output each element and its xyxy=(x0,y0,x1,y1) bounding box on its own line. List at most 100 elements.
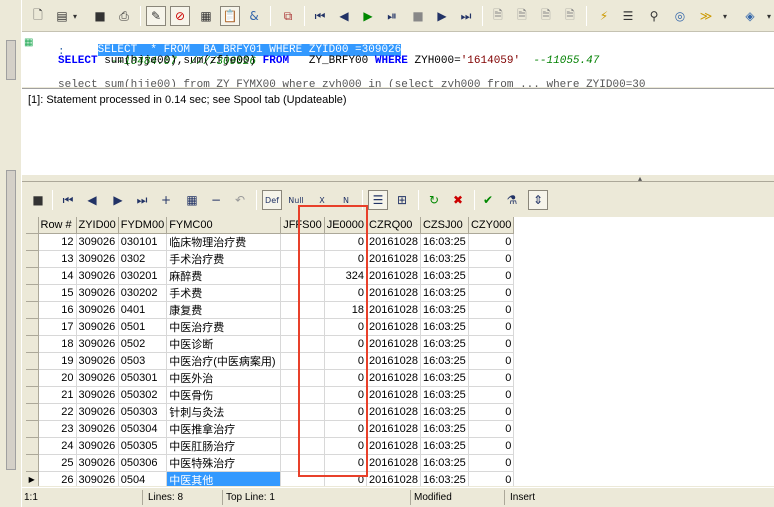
cell-czrq[interactable]: 20161028 xyxy=(366,233,421,251)
cell-fydm[interactable]: 030101 xyxy=(118,233,168,251)
delete-icon[interactable]: − xyxy=(206,190,226,210)
cell-czrq[interactable]: 20161028 xyxy=(366,301,421,319)
prev-icon[interactable]: ◀ xyxy=(334,6,354,26)
column-header[interactable]: ZYID00 xyxy=(76,217,119,234)
first-icon[interactable]: ⏮ xyxy=(310,6,330,26)
cell-fymc[interactable]: 手术治疗费 xyxy=(166,250,282,268)
save-icon[interactable]: ■ xyxy=(90,6,110,26)
next-icon[interactable]: ▶ xyxy=(108,190,128,210)
cell-czy[interactable]: 0 xyxy=(468,318,515,336)
row-indicator[interactable] xyxy=(26,454,39,472)
cell-zyid[interactable]: 309026 xyxy=(76,437,119,455)
cell-czrq[interactable]: 20161028 xyxy=(366,403,421,421)
cell-je[interactable]: 0 xyxy=(324,318,368,336)
cell-czsj[interactable]: 16:03:25 xyxy=(420,267,469,285)
cell-czy[interactable]: 0 xyxy=(468,454,515,472)
row-indicator[interactable] xyxy=(26,403,39,421)
cell-fydm[interactable]: 050304 xyxy=(118,420,168,438)
cell-czy[interactable]: 0 xyxy=(468,386,515,404)
cell-je[interactable]: 0 xyxy=(324,352,368,370)
table-row[interactable]: 12 309026 030101 临床物理治疗费 0 20161028 16:03:25 0 xyxy=(26,233,515,251)
refresh-icon[interactable]: ↻ xyxy=(424,190,444,210)
cell-zyid[interactable]: 309026 xyxy=(76,369,119,387)
cell-fymc[interactable]: 中医诊断 xyxy=(166,335,282,353)
cell-row[interactable]: 25 xyxy=(38,454,77,472)
cell-jffs[interactable] xyxy=(280,233,325,251)
cell-zyid[interactable]: 309026 xyxy=(76,233,119,251)
cell-je[interactable]: 0 xyxy=(324,403,368,421)
editor-line-3[interactable]: select sum(hjje00) from ZY_FYMX00 where … xyxy=(58,79,646,87)
cell-fydm[interactable]: 0501 xyxy=(118,318,168,336)
cell-czy[interactable]: 0 xyxy=(468,250,515,268)
row-indicator[interactable] xyxy=(26,437,39,455)
split-icon[interactable]: ⇕ xyxy=(528,190,548,210)
row-indicator[interactable] xyxy=(26,284,39,302)
cell-je[interactable]: 0 xyxy=(324,471,368,486)
column-header[interactable]: CZRQ00 xyxy=(366,217,421,234)
column-header[interactable]: JE0000 xyxy=(324,217,368,234)
cell-je[interactable]: 0 xyxy=(324,335,368,353)
table-row[interactable]: 24 309026 050305 中医肛肠治疗 0 20161028 16:03:25 0 xyxy=(26,437,515,455)
cell-jffs[interactable] xyxy=(280,250,325,268)
cell-czy[interactable]: 0 xyxy=(468,420,515,438)
cell-czsj[interactable]: 16:03:25 xyxy=(420,386,469,404)
prev-icon[interactable]: ◀ xyxy=(82,190,102,210)
cell-jffs[interactable] xyxy=(280,352,325,370)
open-icon[interactable]: ▤ xyxy=(52,6,72,26)
cell-zyid[interactable]: 309026 xyxy=(76,301,119,319)
table-row[interactable]: 22 309026 050303 针刺与灸法 0 20161028 16:03:25 0 xyxy=(26,403,515,421)
list-icon[interactable]: ☰ xyxy=(618,6,638,26)
cell-jffs[interactable] xyxy=(280,420,325,438)
column-header[interactable]: FYDM00 xyxy=(118,217,168,234)
dock-strip[interactable] xyxy=(6,40,16,80)
column-header[interactable]: Row # xyxy=(38,217,77,234)
row-indicator[interactable] xyxy=(26,386,39,404)
cell-zyid[interactable]: 309026 xyxy=(76,250,119,268)
def-icon[interactable]: Def xyxy=(262,190,282,210)
cell-fydm[interactable]: 030202 xyxy=(118,284,168,302)
row-indicator[interactable] xyxy=(26,301,39,319)
chevron-down-icon[interactable]: ▾ xyxy=(720,6,730,26)
cell-czrq[interactable]: 20161028 xyxy=(366,318,421,336)
link-icon[interactable]: & xyxy=(244,6,264,26)
cell-czrq[interactable]: 20161028 xyxy=(366,369,421,387)
cell-fydm[interactable]: 050305 xyxy=(118,437,168,455)
cell-jffs[interactable] xyxy=(280,301,325,319)
row-indicator[interactable] xyxy=(26,250,39,268)
cell-je[interactable]: 0 xyxy=(324,369,368,387)
table-row[interactable]: 14 309026 030201 麻醉费 324 20161028 16:03:25 0 xyxy=(26,267,515,285)
cell-row[interactable]: 16 xyxy=(38,301,77,319)
table-row[interactable]: 18 309026 0502 中医诊断 0 20161028 16:03:25 0 xyxy=(26,335,515,353)
cell-fydm[interactable]: 0302 xyxy=(118,250,168,268)
cell-czsj[interactable]: 16:03:25 xyxy=(420,301,469,319)
cell-fymc[interactable]: 中医治疗费 xyxy=(166,318,282,336)
cell-czsj[interactable]: 16:03:25 xyxy=(420,352,469,370)
table-view-icon[interactable]: ☰ xyxy=(368,190,388,210)
cell-je[interactable]: 324 xyxy=(324,267,368,285)
cell-fymc[interactable]: 中医推拿治疗 xyxy=(166,420,282,438)
cell-fydm[interactable]: 050301 xyxy=(118,369,168,387)
cell-fymc[interactable]: 中医治疗(中医病案用) xyxy=(166,352,282,370)
cell-row[interactable]: 14 xyxy=(38,267,77,285)
help-icon[interactable]: ◈ xyxy=(740,6,760,26)
cell-fymc[interactable]: 针刺与灸法 xyxy=(166,403,282,421)
dock-strip[interactable] xyxy=(6,170,16,470)
cell-czsj[interactable]: 16:03:25 xyxy=(420,454,469,472)
cell-je[interactable]: 0 xyxy=(324,420,368,438)
cell-fydm[interactable]: 050303 xyxy=(118,403,168,421)
row-indicator[interactable] xyxy=(26,267,39,285)
cell-je[interactable]: 0 xyxy=(324,437,368,455)
cell-je[interactable]: 0 xyxy=(324,284,368,302)
row-indicator[interactable] xyxy=(26,335,39,353)
cell-fymc[interactable]: 临床物理治疗费 xyxy=(166,233,282,251)
cell-fydm[interactable]: 0504 xyxy=(118,471,168,486)
cell-czrq[interactable]: 20161028 xyxy=(366,454,421,472)
cell-fymc[interactable]: 康复费 xyxy=(166,301,282,319)
lightning-icon[interactable]: ⚡ xyxy=(594,6,614,26)
no-sql-icon[interactable]: ⊘ xyxy=(170,6,190,26)
cell-zyid[interactable]: 309026 xyxy=(76,403,119,421)
last-icon[interactable]: ⏭ xyxy=(456,6,476,26)
cell-row[interactable]: 22 xyxy=(38,403,77,421)
cell-czy[interactable]: 0 xyxy=(468,233,515,251)
cell-jffs[interactable] xyxy=(280,335,325,353)
